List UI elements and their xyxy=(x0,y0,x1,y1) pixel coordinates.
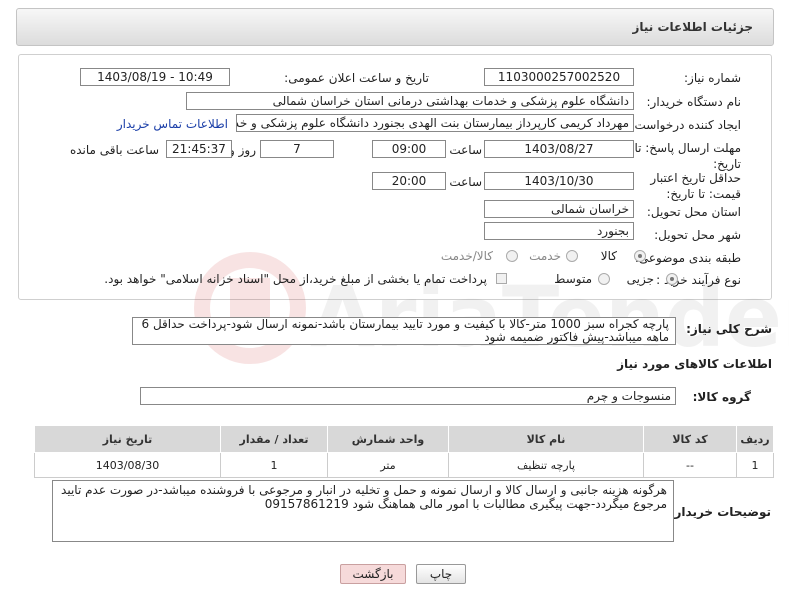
validity-time-field: 20:00 xyxy=(372,172,446,190)
category-radio-goods[interactable] xyxy=(634,250,646,262)
goods-info-title: اطلاعات کالاهای مورد نیاز xyxy=(617,357,772,371)
deadline-time-word: ساعت xyxy=(449,143,482,157)
buyer-contact-link[interactable]: اطلاعات تماس خریدار xyxy=(117,117,228,131)
cell-quantity: 1 xyxy=(220,452,328,478)
buyer-org-label: نام دستگاه خریدار: xyxy=(646,95,742,109)
category-label: طبقه بندی موضوعی: xyxy=(634,251,741,265)
goods-group-field: منسوجات و چرم xyxy=(140,387,676,405)
remaining-time-field: 21:45:37 xyxy=(166,140,232,158)
process-option-medium: متوسط xyxy=(554,272,592,286)
description-field: پارچه کجراه سبز 1000 متر-کالا با کیفیت و… xyxy=(132,317,676,345)
need-number-field: 1103000257002520 xyxy=(484,68,634,86)
goods-table: ردیف کد کالا نام کالا واحد شمارش تعداد /… xyxy=(34,425,774,478)
cell-goods-name: پارچه تنظیف xyxy=(448,452,644,478)
col-row-number: ردیف xyxy=(736,425,774,453)
table-row: 1 -- پارچه تنظیف متر 1 1403/08/30 xyxy=(34,452,774,478)
description-label: شرح کلی نیاز: xyxy=(686,322,772,336)
remaining-word: ساعت باقی مانده xyxy=(69,143,159,157)
category-radio-goods-service[interactable] xyxy=(506,250,518,262)
category-option-service: خدمت xyxy=(529,249,561,263)
col-goods-code: کد کالا xyxy=(643,425,737,453)
cell-row-number: 1 xyxy=(736,452,774,478)
cell-unit: متر xyxy=(327,452,449,478)
table-header-row: ردیف کد کالا نام کالا واحد شمارش تعداد /… xyxy=(34,425,774,453)
deadline-date-field: 1403/08/27 xyxy=(484,140,634,158)
days-word: روز و xyxy=(229,143,256,157)
print-button[interactable]: چاپ xyxy=(416,564,466,584)
province-label: استان محل تحویل: xyxy=(646,205,741,219)
creator-label: ایجاد کننده درخواست: xyxy=(630,118,741,132)
process-option-minor: جزیی xyxy=(626,272,654,286)
page-title: جزئیات اطلاعات نیاز xyxy=(632,20,753,34)
cell-need-date: 1403/08/30 xyxy=(34,452,221,478)
treasury-checkbox[interactable] xyxy=(496,273,507,284)
need-number-label: شماره نیاز: xyxy=(684,71,741,85)
process-radio-minor[interactable] xyxy=(666,273,678,285)
city-label: شهر محل تحویل: xyxy=(654,228,741,242)
buyer-notes-field: هرگونه هزینه جانبی و ارسال کالا و ارسال … xyxy=(52,480,674,542)
treasury-note: پرداخت تمام یا بخشی از مبلغ خرید،از محل … xyxy=(104,272,487,286)
deadline-label: مهلت ارسال پاسخ: تا تاریخ: xyxy=(634,141,741,171)
validity-time-word: ساعت xyxy=(449,175,482,189)
province-field: خراسان شمالی xyxy=(484,200,634,218)
creator-field: مهرداد کریمی کارپرداز بیمارستان بنت الهد… xyxy=(236,114,634,132)
category-option-goods-service: کالا/خدمت xyxy=(440,249,493,263)
category-radio-service[interactable] xyxy=(566,250,578,262)
price-validity-label: حداقل تاریخ اعتبار قیمت: تا تاریخ: xyxy=(650,171,741,201)
back-button[interactable]: بازگشت xyxy=(340,564,406,584)
city-field: بجنورد xyxy=(484,222,634,240)
category-option-goods: کالا xyxy=(600,249,617,263)
announce-date-field: 1403/08/19 - 10:49 xyxy=(80,68,230,86)
process-radio-medium[interactable] xyxy=(598,273,610,285)
col-quantity: تعداد / مقدار xyxy=(220,425,328,453)
buyer-notes-label: توضیحات خریدار: xyxy=(669,505,771,519)
deadline-time-field: 09:00 xyxy=(372,140,446,158)
buyer-org-field: دانشگاه علوم پزشکی و خدمات بهداشتی درمان… xyxy=(186,92,634,110)
col-unit: واحد شمارش xyxy=(327,425,449,453)
col-goods-name: نام کالا xyxy=(448,425,644,453)
validity-date-field: 1403/10/30 xyxy=(484,172,634,190)
days-remaining-field: 7 xyxy=(260,140,334,158)
col-need-date: تاریخ نیاز xyxy=(34,425,221,453)
page-header: جزئیات اطلاعات نیاز xyxy=(16,8,774,46)
goods-group-label: گروه کالا: xyxy=(692,390,751,404)
announce-label: تاریخ و ساعت اعلان عمومی: xyxy=(284,71,429,85)
cell-goods-code: -- xyxy=(643,452,737,478)
